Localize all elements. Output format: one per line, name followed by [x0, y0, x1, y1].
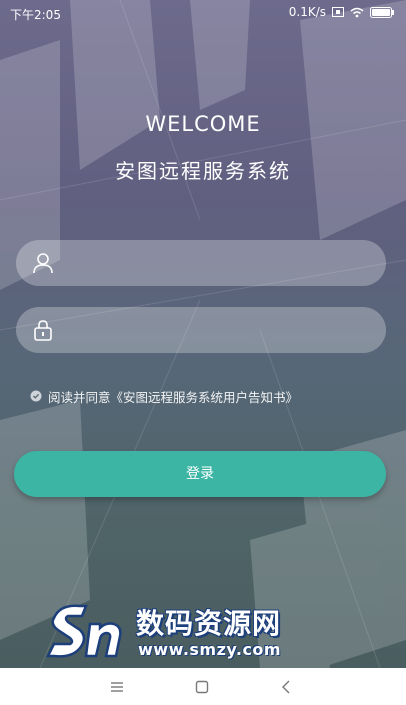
app-screen: 下午2:05 0.1K/s WELCOME 安图远程服务系统 阅读并同意《安图远… [0, 0, 406, 668]
welcome-heading: WELCOME [145, 112, 261, 136]
watermark-title: 数码资源网 [136, 607, 282, 640]
username-field[interactable] [16, 240, 386, 288]
network-speed: 0.1K/s [288, 5, 326, 19]
watermark-logo-icon [45, 604, 122, 658]
lock-icon [31, 318, 55, 342]
back-chevron-icon[interactable] [278, 678, 296, 696]
agreement-row[interactable]: 阅读并同意《安图远程服务系统用户告知书》 [30, 386, 298, 406]
password-field[interactable] [16, 307, 386, 355]
password-input[interactable] [68, 307, 372, 355]
system-nav-bar [0, 668, 406, 705]
watermark-url: www.smzy.com [138, 640, 282, 659]
battery-icon [370, 6, 394, 18]
status-time: 下午2:05 [10, 8, 61, 22]
agreement-text[interactable]: 阅读并同意《安图远程服务系统用户告知书》 [48, 387, 298, 406]
status-bar: 下午2:05 0.1K/s [0, 0, 406, 26]
menu-icon[interactable] [108, 678, 126, 696]
sim-icon [332, 7, 344, 17]
check-circle-icon[interactable] [30, 390, 42, 402]
home-square-icon[interactable] [193, 678, 211, 696]
watermark: 数码资源网 www.smzy.com [45, 600, 346, 664]
wifi-icon [350, 7, 364, 18]
username-input[interactable] [68, 240, 372, 288]
status-icons: 0.1K/s [289, 5, 394, 19]
user-icon [31, 251, 55, 275]
app-title: 安图远程服务系统 [115, 159, 291, 183]
login-button[interactable]: 登录 [14, 451, 386, 497]
